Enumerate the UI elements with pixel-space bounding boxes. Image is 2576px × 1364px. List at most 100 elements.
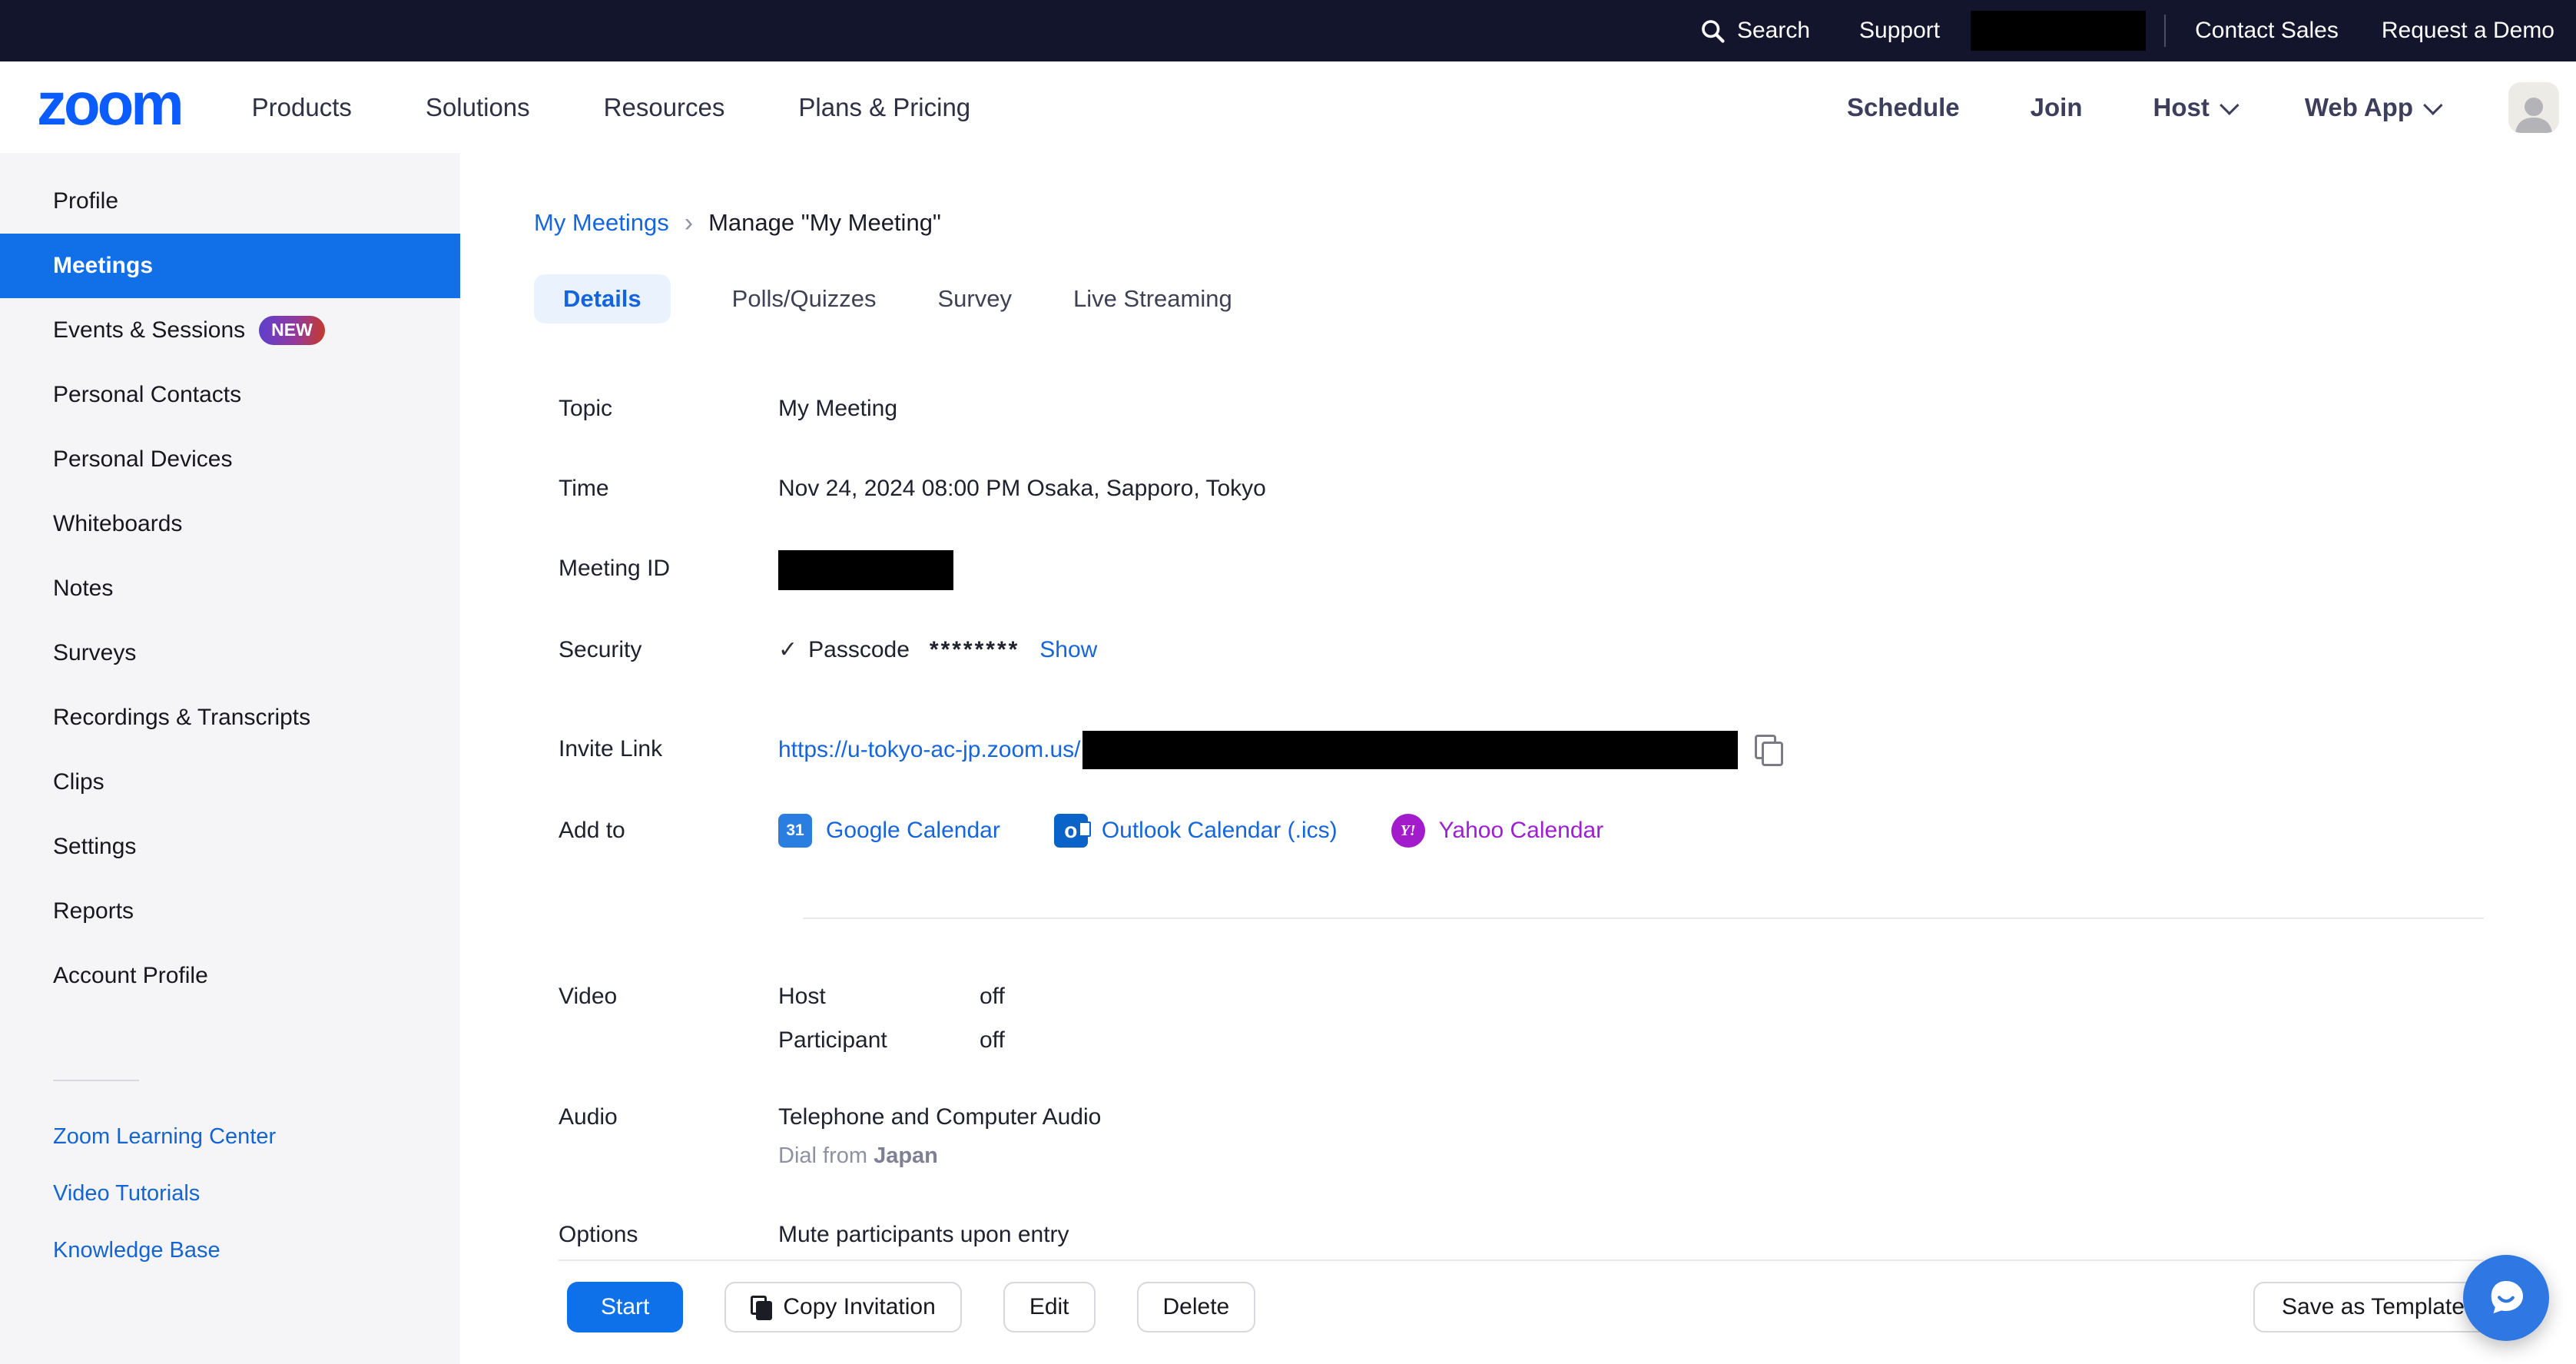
sidebar-item-recordings-transcripts[interactable]: Recordings & Transcripts [0,685,460,750]
checkmark-icon: ✓ [778,632,797,669]
save-as-template-button[interactable]: Save as Template [2253,1282,2493,1332]
security-value: ✓ Passcode ******** Show [778,632,1097,669]
copy-link-icon[interactable] [1755,735,1781,765]
participant-sub-value: off [980,1022,1005,1059]
schedule-link[interactable]: Schedule [1847,93,1960,122]
topbar-divider [2164,15,2166,47]
sidebar-item-surveys[interactable]: Surveys [0,621,460,685]
breadcrumb-current: Manage "My Meeting" [708,209,941,237]
webapp-menu[interactable]: Web App [2305,93,2438,122]
chevron-down-icon [2220,95,2239,114]
search-button[interactable]: Search [1699,17,1810,45]
security-label: Security [534,632,778,669]
redacted-meeting-id [778,550,953,590]
video-row: Video Host off Participant off [534,978,2576,1059]
security-row: Security ✓ Passcode ******** Show [534,632,2576,669]
redacted-account-text [1971,11,2146,51]
top-utility-bar: Search Support Contact Sales Request a D… [0,0,2576,61]
request-demo-link[interactable]: Request a Demo [2382,18,2554,44]
zoom-logo[interactable]: zoom [37,74,181,141]
nav-resources[interactable]: Resources [604,93,725,122]
video-host-subrow: Host off [778,978,1005,1015]
yahoo-calendar-link[interactable]: Y! Yahoo Calendar [1391,812,1604,849]
nav-products[interactable]: Products [252,93,352,122]
tab-details[interactable]: Details [534,274,671,324]
sidebar-item-profile[interactable]: Profile [0,169,460,234]
main-header: zoom Products Solutions Resources Plans … [0,61,2576,153]
google-calendar-icon: 31 [778,814,812,848]
copy-invitation-label: Copy Invitation [783,1294,935,1320]
support-link[interactable]: Support [1859,18,1940,44]
nav-plans-pricing[interactable]: Plans & Pricing [798,93,970,122]
invite-link-value: https://u-tokyo-ac-jp.zoom.us/ [778,731,1781,769]
meeting-id-row: Meeting ID [534,550,2576,590]
audio-label: Audio [534,1099,778,1136]
audio-value: Telephone and Computer Audio Dial from J… [778,1099,1101,1173]
host-menu[interactable]: Host [2153,93,2234,122]
sidebar-item-events-sessions[interactable]: Events & Sessions NEW [0,298,460,363]
tab-survey[interactable]: Survey [937,274,1011,324]
outlook-calendar-link[interactable]: o Outlook Calendar (.ics) [1054,812,1338,849]
sidebar-item-meetings[interactable]: Meetings [0,234,460,298]
sidebar-item-personal-contacts[interactable]: Personal Contacts [0,363,460,427]
passcode-label: Passcode [808,632,910,669]
yahoo-calendar-icon: Y! [1391,814,1425,848]
support-chat-button[interactable] [2463,1255,2549,1341]
breadcrumb: My Meetings › Manage "My Meeting" [534,207,2576,238]
topic-row: Topic My Meeting [534,390,2576,427]
google-calendar-link[interactable]: 31 Google Calendar [778,812,1000,849]
sidebar-link-knowledge-base[interactable]: Knowledge Base [0,1222,460,1279]
google-calendar-label: Google Calendar [826,812,1000,849]
sidebar-item-settings[interactable]: Settings [0,815,460,879]
participant-sub-label: Participant [778,1022,980,1059]
show-passcode-link[interactable]: Show [1039,632,1097,669]
sidebar-link-video-tutorials[interactable]: Video Tutorials [0,1165,460,1222]
video-label: Video [534,978,778,1015]
breadcrumb-separator: › [685,208,693,238]
action-bar: Start Copy Invitation Edit Delete [567,1282,1255,1332]
topic-value: My Meeting [778,390,897,427]
outlook-calendar-label: Outlook Calendar (.ics) [1102,812,1338,849]
redacted-invite-url [1082,731,1738,769]
main-content: My Meetings › Manage "My Meeting" Detail… [460,153,2576,1364]
tab-bar: Details Polls/Quizzes Survey Live Stream… [534,274,2576,324]
tab-polls-quizzes[interactable]: Polls/Quizzes [732,274,877,324]
sidebar-item-notes[interactable]: Notes [0,556,460,621]
zoom-web-portal: Search Support Contact Sales Request a D… [0,0,2576,1364]
join-link[interactable]: Join [2031,93,2083,122]
delete-button[interactable]: Delete [1137,1282,1256,1332]
search-icon [1699,17,1726,45]
join-label: Join [2031,93,2083,122]
chat-bubble-icon [2481,1273,2531,1323]
add-to-row: Add to 31 Google Calendar o Outlook Cale… [534,812,2576,849]
new-badge: NEW [259,316,325,345]
meeting-details: Topic My Meeting Time Nov 24, 2024 08:00… [534,390,2576,1261]
sidebar-item-clips[interactable]: Clips [0,750,460,815]
dial-from-line: Dial from Japan [778,1139,1101,1173]
nav-solutions[interactable]: Solutions [426,93,530,122]
invite-url[interactable]: https://u-tokyo-ac-jp.zoom.us/ [778,732,1081,768]
sidebar-item-account-profile[interactable]: Account Profile [0,944,460,1008]
yahoo-calendar-label: Yahoo Calendar [1439,812,1604,849]
avatar[interactable] [2508,82,2559,133]
sidebar-item-reports[interactable]: Reports [0,879,460,944]
sidebar-item-label: Events & Sessions [53,317,245,343]
webapp-label: Web App [2305,93,2413,122]
contact-sales-link[interactable]: Contact Sales [2195,18,2339,44]
breadcrumb-my-meetings[interactable]: My Meetings [534,209,669,237]
audio-row: Audio Telephone and Computer Audio Dial … [534,1099,2576,1173]
add-to-value: 31 Google Calendar o Outlook Calendar (.… [778,812,1603,849]
add-to-label: Add to [534,812,778,849]
edit-button[interactable]: Edit [1003,1282,1096,1332]
sidebar-item-personal-devices[interactable]: Personal Devices [0,427,460,492]
video-value: Host off Participant off [778,978,1005,1059]
chevron-down-icon [2423,95,2442,114]
copy-invitation-button[interactable]: Copy Invitation [724,1282,961,1332]
sidebar-item-whiteboards[interactable]: Whiteboards [0,492,460,556]
time-row: Time Nov 24, 2024 08:00 PM Osaka, Sappor… [534,470,2576,507]
start-button[interactable]: Start [567,1282,683,1332]
tab-live-streaming[interactable]: Live Streaming [1073,274,1232,324]
sidebar-link-learning-center[interactable]: Zoom Learning Center [0,1108,460,1165]
time-value: Nov 24, 2024 08:00 PM Osaka, Sapporo, To… [778,470,1266,507]
options-label: Options [534,1216,778,1253]
